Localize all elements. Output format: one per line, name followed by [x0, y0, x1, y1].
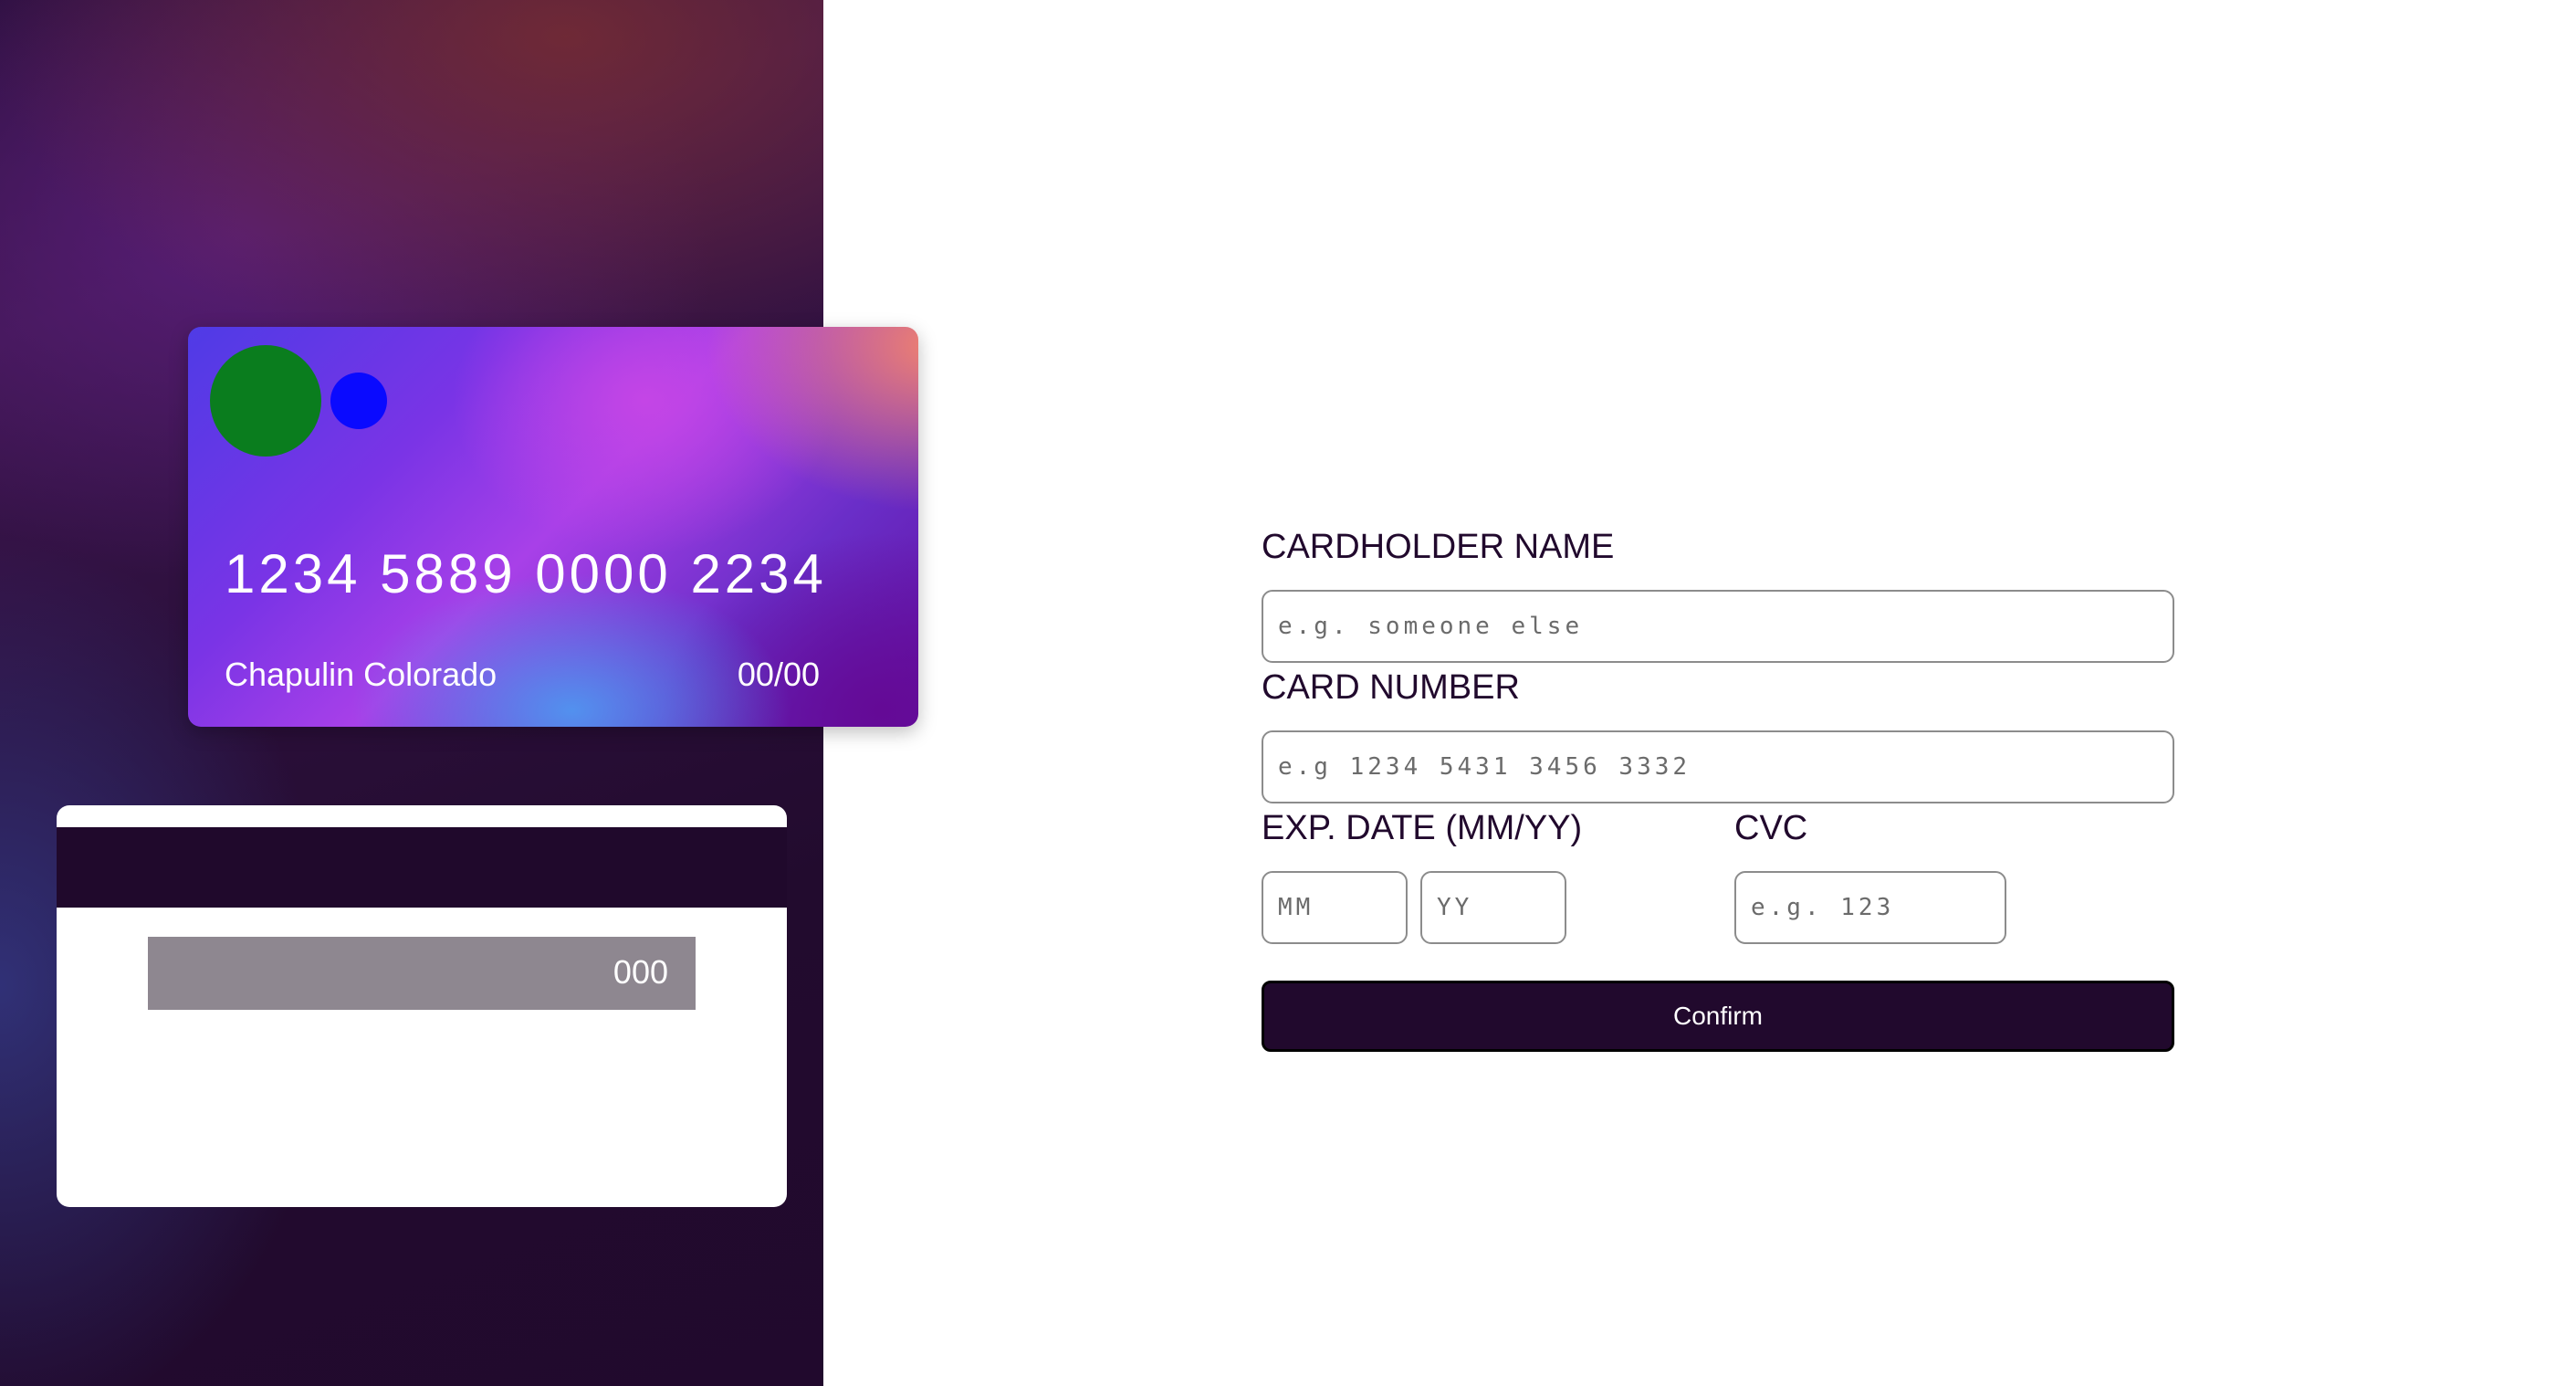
card-front-holder-name: Chapulin Colorado [225, 656, 497, 693]
cvc-input[interactable] [1734, 871, 2006, 944]
card-front: 1234 5889 0000 2234 Chapulin Colorado 00… [188, 327, 918, 727]
page: 000 1234 5889 0000 2234 Chapulin Colorad… [0, 0, 2576, 1386]
card-front-number: 1234 5889 0000 2234 [225, 543, 827, 604]
cardholder-name-input[interactable] [1262, 590, 2174, 663]
exp-date-label: EXP. DATE (MM/YY) [1262, 809, 1583, 847]
card-details-form: CARDHOLDER NAME CARD NUMBER EXP. DATE (M… [1262, 0, 2174, 1386]
card-number-input[interactable] [1262, 730, 2174, 803]
cvc-label: CVC [1734, 809, 1808, 847]
cardholder-name-label: CARDHOLDER NAME [1262, 528, 1615, 566]
exp-year-input[interactable] [1420, 871, 1566, 944]
signature-band: 000 [148, 937, 696, 1010]
magnetic-stripe [57, 827, 787, 908]
card-front-expiry: 00/00 [737, 656, 820, 693]
card-number-label: CARD NUMBER [1262, 668, 1520, 707]
card-back-cvc: 000 [613, 953, 668, 991]
card-logo-small-circle-icon [330, 373, 387, 429]
card-logo-large-circle-icon [210, 345, 321, 457]
card-back: 000 [57, 805, 787, 1207]
exp-month-input[interactable] [1262, 871, 1408, 944]
confirm-button[interactable]: Confirm [1262, 981, 2174, 1052]
